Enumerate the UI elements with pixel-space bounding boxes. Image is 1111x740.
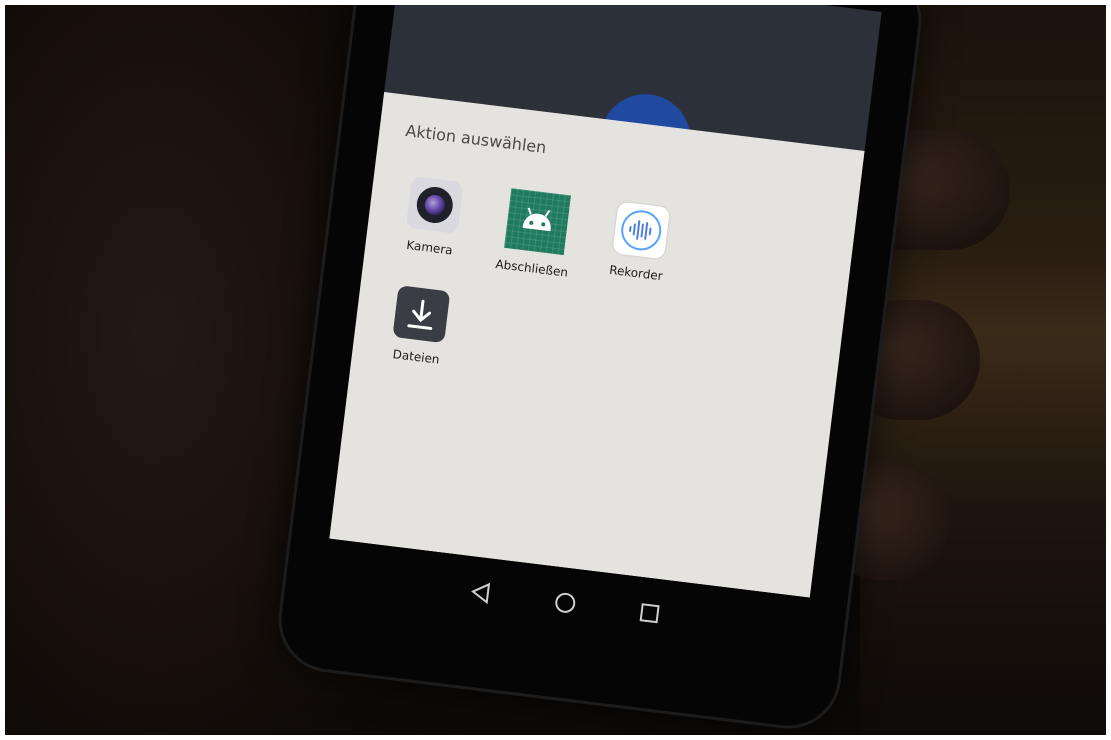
app-label: Abschließen — [494, 256, 569, 280]
dialog-title: Aktion auswählen — [404, 120, 548, 158]
home-circle-icon[interactable] — [546, 584, 584, 622]
app-kamera[interactable]: Kamera — [379, 173, 488, 261]
recorder-wave-icon — [612, 201, 671, 260]
app-label: Dateien — [391, 347, 441, 367]
download-icon — [392, 285, 451, 344]
app-rekorder[interactable]: Rekorder — [586, 198, 695, 286]
app-label: Kamera — [405, 237, 454, 258]
app-dateien[interactable]: Dateien — [366, 282, 475, 370]
phone: Aktion auswählen Kamera Abschließen Reko… — [275, 0, 925, 732]
recents-square-icon[interactable] — [631, 594, 669, 632]
photo-scene: Aktion auswählen Kamera Abschließen Reko… — [0, 0, 1111, 740]
app-abschliessen[interactable]: Abschließen — [481, 186, 590, 282]
back-triangle-icon[interactable] — [462, 574, 500, 612]
action-chooser-sheet: Aktion auswählen Kamera Abschließen Reko… — [329, 91, 865, 598]
app-label: Rekorder — [608, 262, 664, 284]
android-lock-icon — [504, 188, 571, 256]
camera-icon — [405, 176, 464, 234]
